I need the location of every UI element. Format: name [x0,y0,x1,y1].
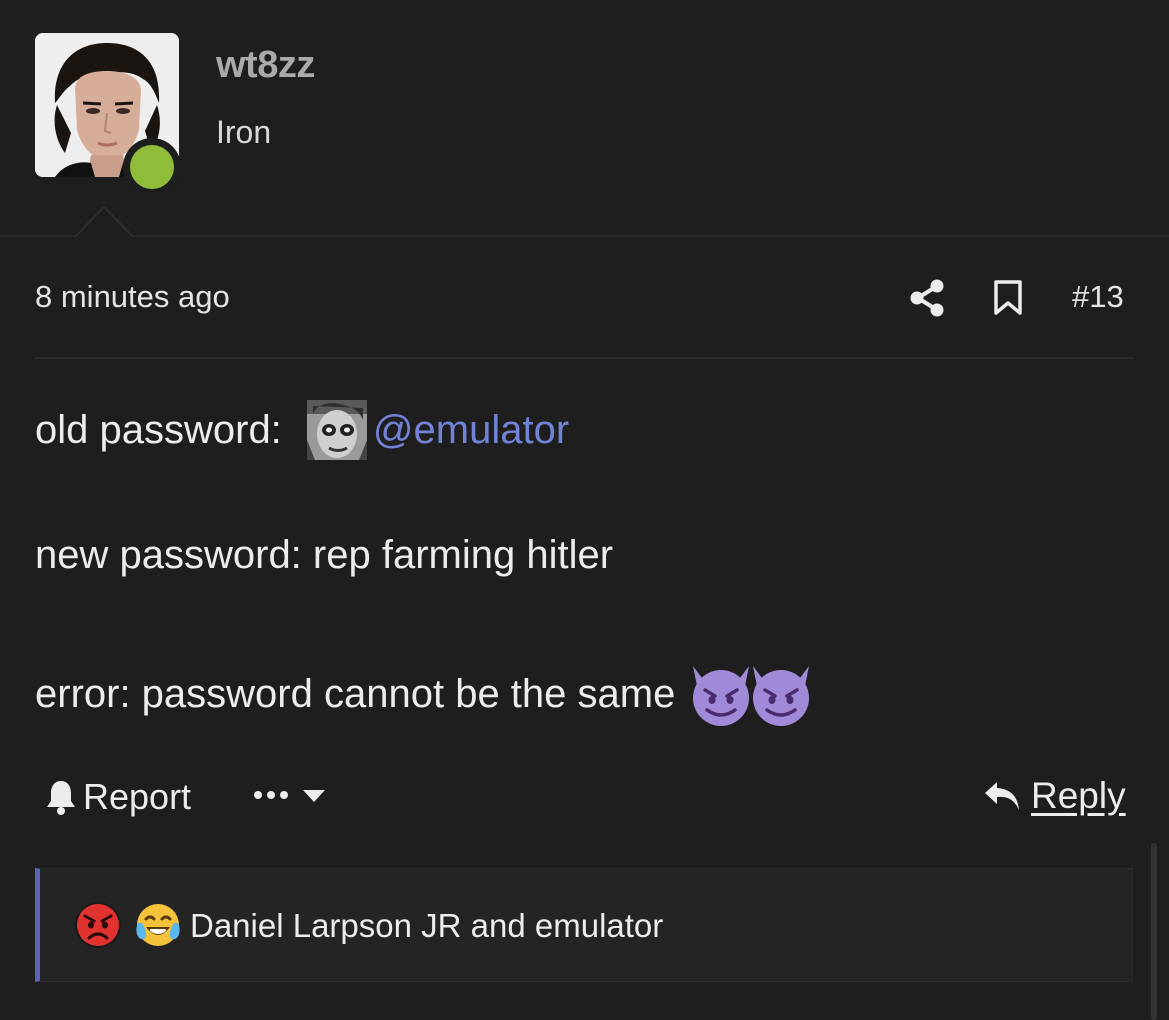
smiling-devil-emoji-icon [753,666,810,726]
angry-face-icon [75,902,121,948]
more-options-icon [254,790,325,802]
reply-button[interactable]: Reply [983,775,1126,817]
divider [35,357,1133,359]
more-options-button[interactable] [253,779,333,811]
post-line-old-password: old password: @emulator [35,400,569,460]
report-button[interactable]: Report [45,776,191,818]
mention-avatar[interactable] [306,400,367,460]
post-page: wt8zz Iron 8 minutes ago #13 old passwor… [0,0,1169,1020]
bookmark-icon[interactable] [993,280,1023,316]
bell-icon [47,781,75,815]
username[interactable]: wt8zz [216,44,315,87]
post-timestamp[interactable]: 8 minutes ago [35,279,230,315]
post-line-new-password: new password: rep farming hitler [35,533,613,578]
user-header: wt8zz Iron [0,0,1169,239]
reaction-users-text[interactable]: Daniel Larpson JR and emulator [190,907,663,945]
scrollbar[interactable] [1151,843,1157,1020]
reply-arrow-icon [985,782,1019,810]
smiling-devil-emoji-icon [693,666,750,726]
mention-avatar-image-icon [306,400,367,460]
user-mention-link[interactable]: @emulator [373,408,569,453]
share-icon[interactable] [910,279,944,317]
error-text: error: password cannot be the same [35,671,676,716]
reply-label: Reply [1031,775,1126,816]
old-password-text: old password: [35,407,293,452]
post-line-error: error: password cannot be the same [35,660,815,728]
user-title: Iron [216,114,272,150]
reactions-bar[interactable]: Daniel Larpson JR and emulator [35,868,1133,982]
report-label: Report [83,776,192,817]
post-number[interactable]: #13 [1072,279,1124,315]
header-pointer-arrow [73,207,135,239]
online-status-indicator [123,138,181,196]
crying-laughing-face-icon [136,904,180,946]
reaction-icons [74,901,194,949]
new-password-text: new password: rep farming hitler [35,533,614,577]
